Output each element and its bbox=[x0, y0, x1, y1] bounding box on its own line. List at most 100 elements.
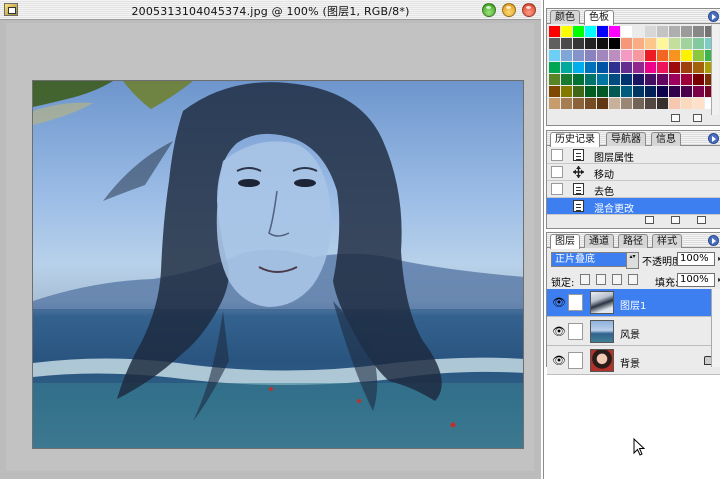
layer-name[interactable]: 图层1 bbox=[620, 297, 646, 312]
swatch[interactable] bbox=[657, 50, 668, 61]
swatch[interactable] bbox=[573, 86, 584, 97]
swatch[interactable] bbox=[573, 50, 584, 61]
swatch[interactable] bbox=[597, 86, 608, 97]
fill-field[interactable]: 100% bbox=[677, 273, 720, 287]
minimize-button[interactable] bbox=[502, 3, 516, 17]
tab-layers[interactable]: 图层 bbox=[550, 234, 580, 249]
swatch[interactable] bbox=[693, 50, 704, 61]
tab-info[interactable]: 信息 bbox=[651, 132, 681, 146]
tab-channels[interactable]: 通道 bbox=[584, 234, 614, 248]
swatch[interactable] bbox=[681, 98, 692, 109]
swatch[interactable] bbox=[645, 86, 656, 97]
eye-icon[interactable]: 👁 bbox=[552, 355, 566, 366]
layer-thumbnail[interactable] bbox=[590, 349, 614, 372]
swatch[interactable] bbox=[561, 50, 572, 61]
history-state-row[interactable]: 移动 bbox=[547, 164, 720, 181]
swatch[interactable] bbox=[681, 50, 692, 61]
layer-link-toggle[interactable] bbox=[568, 323, 583, 340]
new-swatch-icon[interactable] bbox=[671, 114, 680, 122]
swatch[interactable] bbox=[597, 98, 608, 109]
swatch[interactable] bbox=[609, 50, 620, 61]
close-button[interactable] bbox=[522, 3, 536, 17]
swatch[interactable] bbox=[573, 62, 584, 73]
swatch[interactable] bbox=[621, 98, 632, 109]
swatch[interactable] bbox=[573, 26, 584, 37]
swatch[interactable] bbox=[549, 98, 560, 109]
swatch[interactable] bbox=[657, 74, 668, 85]
swatch[interactable] bbox=[549, 38, 560, 49]
tab-history[interactable]: 历史记录 bbox=[550, 132, 600, 147]
opacity-field[interactable]: 100% bbox=[677, 252, 720, 266]
swatch[interactable] bbox=[609, 86, 620, 97]
swatch[interactable] bbox=[669, 62, 680, 73]
swatch[interactable] bbox=[621, 50, 632, 61]
layer-row[interactable]: 👁 图层1 bbox=[547, 289, 720, 317]
eye-icon[interactable]: 👁 bbox=[552, 326, 566, 337]
tab-styles[interactable]: 样式 bbox=[652, 234, 682, 248]
swatch[interactable] bbox=[621, 62, 632, 73]
swatch[interactable] bbox=[633, 62, 644, 73]
swatch[interactable] bbox=[645, 26, 656, 37]
swatch[interactable] bbox=[621, 26, 632, 37]
layer-name[interactable]: 风景 bbox=[620, 326, 640, 341]
swatch[interactable] bbox=[633, 74, 644, 85]
swatch[interactable] bbox=[549, 86, 560, 97]
new-snapshot-icon[interactable] bbox=[671, 216, 680, 224]
swatch-grid[interactable] bbox=[548, 25, 716, 119]
swatch[interactable] bbox=[561, 38, 572, 49]
swatch[interactable] bbox=[693, 86, 704, 97]
swatch[interactable] bbox=[585, 74, 596, 85]
swatch[interactable] bbox=[645, 50, 656, 61]
tab-color[interactable]: 颜色 bbox=[550, 10, 580, 24]
lock-position-icon[interactable] bbox=[612, 274, 622, 285]
swatch[interactable] bbox=[585, 38, 596, 49]
history-state-row[interactable]: 去色 bbox=[547, 181, 720, 198]
history-snapshot-checkbox[interactable] bbox=[551, 149, 563, 161]
swatch[interactable] bbox=[597, 74, 608, 85]
swatch[interactable] bbox=[597, 50, 608, 61]
panel-menu-arrow-icon[interactable] bbox=[708, 235, 719, 246]
swatch[interactable] bbox=[669, 26, 680, 37]
swatch[interactable] bbox=[633, 86, 644, 97]
swatch[interactable] bbox=[609, 74, 620, 85]
swatch[interactable] bbox=[681, 62, 692, 73]
swatch[interactable] bbox=[609, 62, 620, 73]
swatches-scrollbar[interactable] bbox=[711, 25, 719, 115]
swatch[interactable] bbox=[597, 62, 608, 73]
history-snapshot-checkbox[interactable] bbox=[551, 200, 563, 212]
canvas-area[interactable] bbox=[6, 23, 534, 471]
trash-icon[interactable] bbox=[693, 114, 702, 122]
swatch[interactable] bbox=[621, 86, 632, 97]
swatch[interactable] bbox=[561, 86, 572, 97]
swatch[interactable] bbox=[597, 38, 608, 49]
swatch[interactable] bbox=[561, 74, 572, 85]
swatch[interactable] bbox=[585, 50, 596, 61]
zoom-button[interactable] bbox=[482, 3, 496, 17]
swatch[interactable] bbox=[597, 26, 608, 37]
swatch[interactable] bbox=[609, 26, 620, 37]
swatch[interactable] bbox=[549, 74, 560, 85]
swatch[interactable] bbox=[561, 98, 572, 109]
swatch[interactable] bbox=[633, 26, 644, 37]
swatch[interactable] bbox=[669, 50, 680, 61]
lock-all-icon[interactable] bbox=[628, 274, 638, 285]
tab-paths[interactable]: 路径 bbox=[618, 234, 648, 248]
layer-name[interactable]: 背景 bbox=[620, 355, 640, 370]
layers-scrollbar[interactable] bbox=[711, 289, 720, 367]
swatch[interactable] bbox=[693, 74, 704, 85]
swatch[interactable] bbox=[633, 38, 644, 49]
swatch[interactable] bbox=[633, 50, 644, 61]
document-title-bar[interactable]: 2005313104045374.jpg @ 100% (图层1, RGB/8*… bbox=[0, 0, 541, 20]
swatch[interactable] bbox=[681, 74, 692, 85]
swatch[interactable] bbox=[585, 86, 596, 97]
swatch[interactable] bbox=[681, 86, 692, 97]
eye-icon[interactable]: 👁 bbox=[552, 297, 566, 308]
swatch[interactable] bbox=[669, 74, 680, 85]
swatch[interactable] bbox=[633, 98, 644, 109]
swatch[interactable] bbox=[585, 98, 596, 109]
layer-row[interactable]: 👁 风景 bbox=[547, 318, 720, 346]
swatch[interactable] bbox=[657, 86, 668, 97]
layer-link-toggle[interactable] bbox=[568, 352, 583, 369]
layer-thumbnail[interactable] bbox=[590, 291, 614, 314]
swatch[interactable] bbox=[693, 38, 704, 49]
